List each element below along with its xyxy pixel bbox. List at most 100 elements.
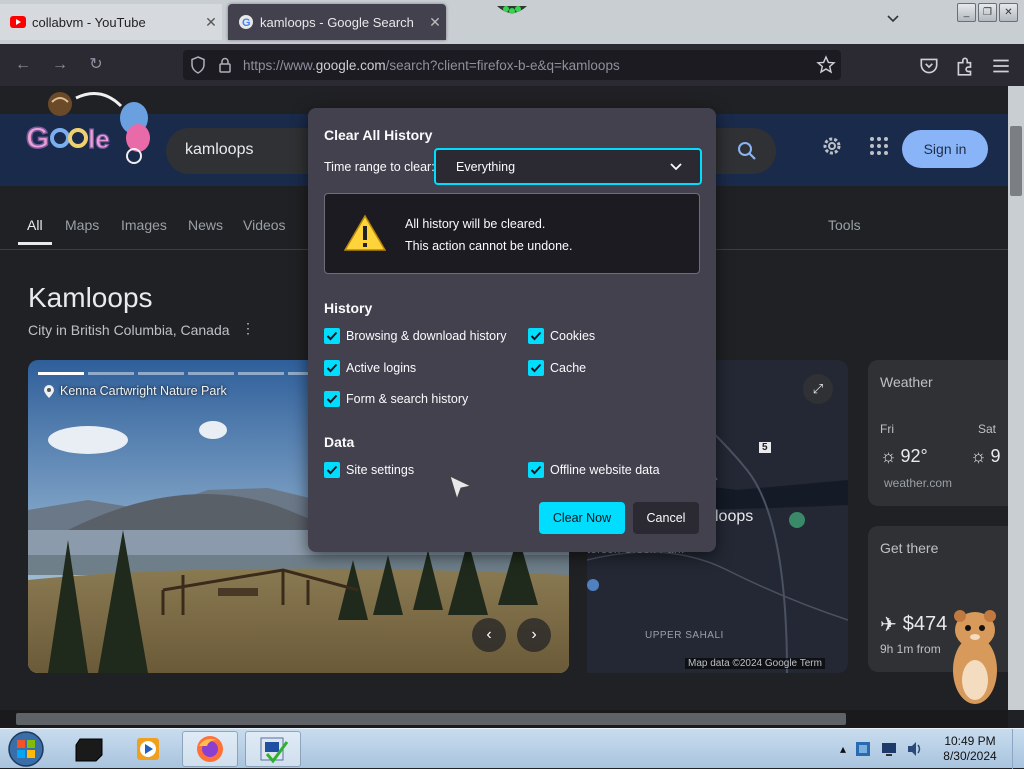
horizontal-scrollbar[interactable] [0,710,1008,728]
temp-fri: 92° [900,446,928,466]
close-tab-icon[interactable]: ✕ [424,14,446,31]
tab-maps[interactable]: Maps [65,217,99,233]
offline-website-data-checkbox[interactable]: Offline website data [528,462,660,478]
search-icon[interactable] [736,140,758,162]
weather-title: Weather [880,374,933,390]
windows-start-button[interactable] [4,730,48,768]
svg-text:G: G [26,122,49,155]
media-player-icon [137,738,159,760]
checkbox-checked[interactable] [528,328,544,344]
extensions-puzzle-icon[interactable] [954,55,976,77]
google-apps-grid-icon[interactable] [867,134,891,158]
time-range-select[interactable]: Everything [434,148,702,185]
taskbar-task-app[interactable] [245,731,301,767]
knowledge-panel-title: Kamloops [28,282,153,313]
tab-images[interactable]: Images [121,217,167,233]
history-heading: History [324,300,373,316]
youtube-icon [10,14,26,30]
tab-google-search[interactable]: G kamloops - Google Search ✕ [228,4,446,40]
warning-line-1: All history will be cleared. [405,217,546,231]
reload-icon[interactable]: ↻ [85,54,107,76]
checkbox-checked[interactable] [324,328,340,344]
checkbox-label: Cache [550,361,587,375]
show-desktop-button[interactable] [1012,729,1024,769]
checkbox-label: Cookies [550,329,596,343]
back-arrow-icon[interactable]: ← [12,54,34,76]
checkbox-label: Active logins [346,361,417,375]
checkbox-checked[interactable] [324,462,340,478]
checkbox-checked[interactable] [528,360,544,376]
vertical-scrollbar[interactable] [1008,86,1024,710]
clock-time: 10:49 PM [944,734,996,748]
expand-map-icon[interactable]: ⤢ [803,374,833,404]
hamster-mascot-image [953,610,997,704]
tab-title: collabvm - YouTube [32,14,146,30]
time-range-label: Time range to clear: [324,160,435,174]
navigation-toolbar: ← → ↻ https://www.google.com/search?clie… [0,44,1024,86]
checkbox-label: Browsing & download history [346,329,507,343]
clear-now-button[interactable]: Clear Now [539,502,625,534]
speaker-volume-icon[interactable] [906,740,924,758]
taskbar-media-player[interactable] [120,731,176,767]
tab-all[interactable]: All [27,217,43,233]
carousel-next-button[interactable]: › [517,618,551,652]
bookmark-star-icon[interactable] [816,55,836,75]
weather-source-link[interactable]: weather.com [884,476,952,490]
active-tab-indicator [18,242,52,245]
restore-button[interactable]: ❐ [978,3,997,22]
url-text[interactable]: https://www.google.com/search?client=fir… [243,58,620,73]
network-icon[interactable] [880,740,898,758]
active-logins-checkbox[interactable]: Active logins [324,360,416,376]
close-tab-icon[interactable]: ✕ [200,14,222,31]
cookies-checkbox[interactable]: Cookies [528,328,595,344]
system-clock[interactable]: 10:49 PM 8/30/2024 [935,734,1005,764]
pocket-icon[interactable] [918,55,940,77]
tab-news[interactable]: News [188,217,223,233]
weather-day-fri: Fri [880,422,894,436]
warning-icon [344,214,386,251]
url-prefix: https://www. [243,58,316,73]
close-window-button[interactable]: ✕ [999,3,1018,22]
scrollbar-thumb[interactable] [1010,126,1022,196]
shield-icon[interactable] [188,55,208,75]
action-center-flag-icon[interactable] [854,740,872,758]
checkbox-label: Site settings [346,463,415,477]
site-settings-checkbox[interactable]: Site settings [324,462,414,478]
google-doodle-logo[interactable]: G le [26,86,156,166]
gear-icon[interactable] [820,134,844,158]
url-domain: google.com [315,58,386,73]
tools-button[interactable]: Tools [828,217,861,233]
scrollbar-thumb[interactable] [16,713,846,725]
cache-checkbox[interactable]: Cache [528,360,586,376]
more-options-icon[interactable]: ⋮ [241,320,255,337]
form-search-history-checkbox[interactable]: Form & search history [324,391,468,407]
svg-text:G: G [242,17,251,29]
list-all-tabs-chevron-icon[interactable] [882,12,904,32]
checkbox-checked[interactable] [528,462,544,478]
taskbar-firefox[interactable] [182,731,238,767]
flight-price: $474 [902,613,948,635]
carousel-prev-button[interactable]: ‹ [472,618,506,652]
highway-route-marker: 5 [759,442,772,453]
minimize-button[interactable]: _ [957,3,976,22]
checkbox-checked[interactable] [324,360,340,376]
data-heading: Data [324,434,355,450]
weather-card[interactable]: Weather Fri Sat ☼ 92° ☼ 9 weather.com [868,360,1008,506]
taskbar-terminal[interactable] [62,731,118,767]
weather-day-sat: Sat [978,422,997,436]
firefox-icon [197,736,223,762]
lock-icon[interactable] [215,55,235,75]
checkbox-label: Form & search history [346,392,469,406]
address-bar[interactable]: https://www.google.com/search?client=fir… [183,50,841,80]
forward-arrow-icon[interactable]: → [49,54,71,76]
sign-in-button[interactable]: Sign in [902,130,988,168]
tab-bar: collabvm - YouTube ✕ G kamloops - Google… [0,0,1024,44]
hamburger-menu-icon[interactable] [990,55,1012,77]
tab-youtube[interactable]: collabvm - YouTube ✕ [0,4,222,40]
search-query[interactable]: kamloops [185,141,253,159]
checkbox-checked[interactable] [324,391,340,407]
show-hidden-icons-arrow[interactable]: ▴ [840,742,846,756]
browsing-download-history-checkbox[interactable]: Browsing & download history [324,328,507,344]
tab-videos[interactable]: Videos [243,217,286,233]
cancel-button[interactable]: Cancel [633,502,699,534]
